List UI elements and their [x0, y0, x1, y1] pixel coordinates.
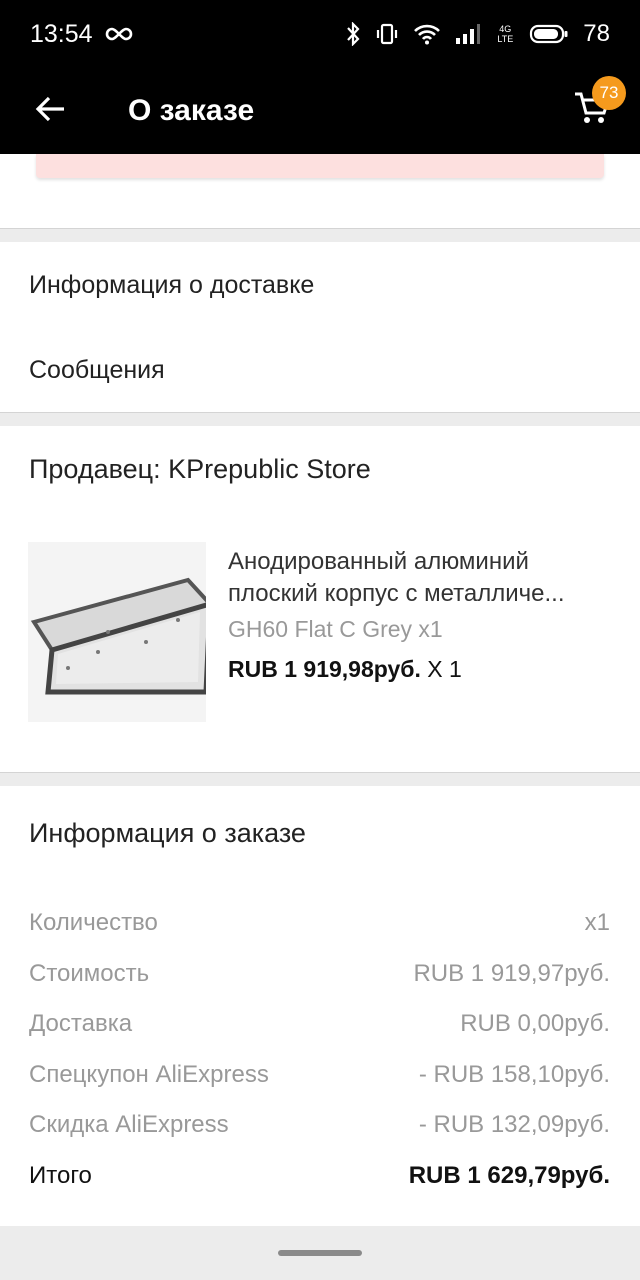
row-label: Стоимость — [29, 959, 150, 987]
order-info-rows: Количество x1 Стоимость RUB 1 919,97руб.… — [29, 898, 610, 1201]
order-info-section: Информация о заказе Количество x1 Стоимо… — [0, 786, 640, 1226]
cart-count-badge: 73 — [592, 76, 626, 110]
discount-row: Скидка AliExpress - RUB 132,09руб. — [29, 1100, 610, 1151]
seller-section: Продавец: KPrepublic Store Анодированный… — [0, 426, 640, 772]
delivery-info-link[interactable]: Информация о доставке — [0, 242, 640, 328]
product-item[interactable]: Анодированный алюминий плоский корпус с … — [28, 542, 640, 722]
product-quantity: X 1 — [420, 656, 462, 682]
section-divider — [0, 228, 640, 242]
coupon-row: Спецкупон AliExpress - RUB 158,10руб. — [29, 1050, 610, 1101]
links-section: Информация о доставке Сообщения — [0, 242, 640, 412]
order-info-title: Информация о заказе — [29, 818, 306, 848]
product-price: RUB 1 919,98руб. — [228, 656, 421, 682]
home-gesture-handle[interactable] — [278, 1250, 362, 1256]
signal-icon — [455, 23, 481, 45]
product-sku: GH60 Flat C Grey x1 — [228, 616, 443, 642]
product-name-line2: плоский корпус с металличе... — [228, 580, 565, 607]
row-value: - RUB 132,09руб. — [418, 1111, 610, 1139]
clock: 13:54 — [30, 19, 93, 48]
alert-section — [0, 154, 640, 228]
infinity-icon — [105, 26, 133, 42]
arrow-left-icon — [34, 95, 66, 128]
row-value: RUB 1 919,97руб. — [413, 959, 610, 987]
back-button[interactable] — [0, 68, 100, 154]
row-value: RUB 0,00руб. — [460, 1010, 610, 1038]
messages-link[interactable]: Сообщения — [0, 328, 640, 412]
row-label: Спецкупон AliExpress — [29, 1060, 269, 1088]
order-details-content: Информация о доставке Сообщения Продавец… — [0, 154, 640, 1226]
bluetooth-icon — [345, 22, 361, 46]
row-label: Скидка AliExpress — [29, 1111, 229, 1139]
cost-row: Стоимость RUB 1 919,97руб. — [29, 949, 610, 1000]
quantity-row: Количество x1 — [29, 898, 610, 949]
network-type-label: 4G LTE — [497, 24, 514, 44]
cart-button[interactable]: 73 — [564, 76, 626, 138]
row-value: - RUB 158,10руб. — [418, 1060, 610, 1088]
shipping-row: Доставка RUB 0,00руб. — [29, 999, 610, 1050]
total-row: Итого RUB 1 629,79руб. — [29, 1151, 610, 1202]
section-divider — [0, 412, 640, 426]
page-title: О заказе — [128, 94, 255, 127]
status-bar: 13:54 4G LTE 78 — [0, 0, 640, 68]
wifi-icon — [413, 23, 441, 45]
battery-icon — [529, 23, 569, 45]
battery-level: 78 — [583, 20, 610, 47]
vibrate-icon — [375, 22, 399, 46]
row-value: RUB 1 629,79руб. — [408, 1161, 610, 1189]
row-label: Количество — [29, 909, 158, 937]
product-price-line: RUB 1 919,98руб. X 1 — [228, 656, 612, 683]
alert-card — [36, 154, 604, 178]
row-label: Доставка — [29, 1010, 133, 1038]
system-nav-bar — [0, 1226, 640, 1280]
product-image[interactable] — [28, 542, 214, 722]
row-label: Итого — [29, 1161, 92, 1189]
row-value: x1 — [584, 909, 610, 937]
app-bar: О заказе 73 — [0, 68, 640, 154]
product-name-line1: Анодированный алюминий — [228, 548, 529, 575]
seller-title[interactable]: Продавец: KPrepublic Store — [29, 454, 371, 485]
section-divider — [0, 772, 640, 786]
product-name: Анодированный алюминий плоский корпус с … — [228, 546, 612, 610]
